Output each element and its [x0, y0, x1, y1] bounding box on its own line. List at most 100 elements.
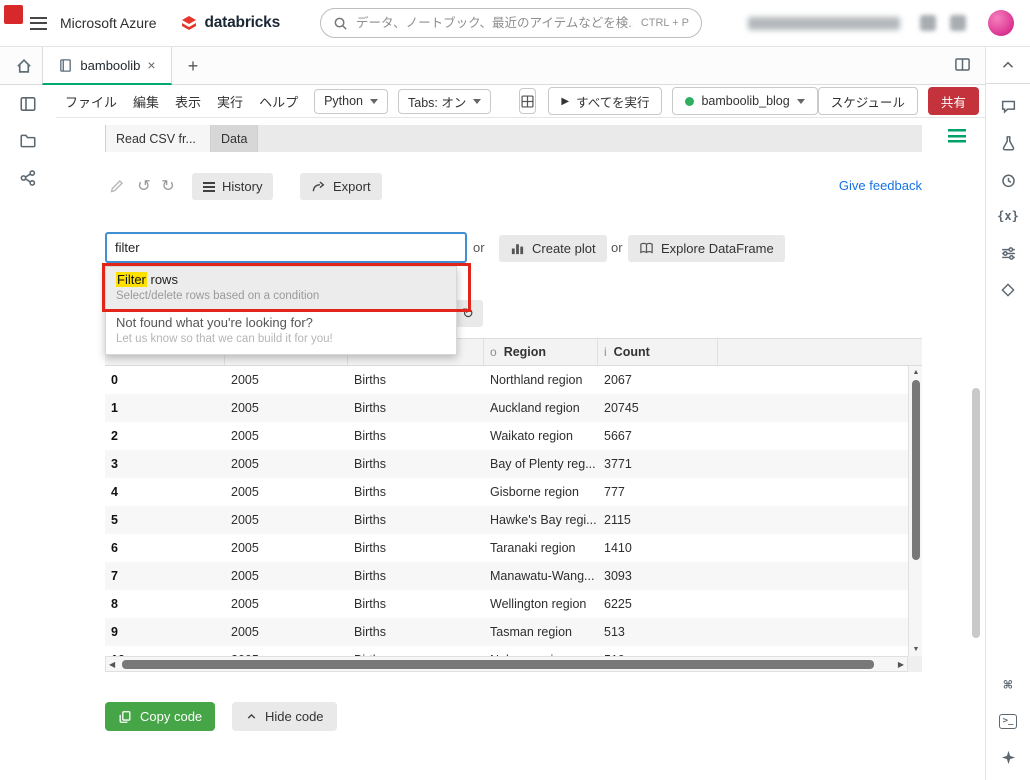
azure-label: Microsoft Azure — [60, 15, 156, 31]
menu-help[interactable]: ヘルプ — [259, 92, 298, 111]
cell-index: 3 — [105, 457, 225, 471]
cell-region: Gisborne region — [484, 485, 598, 499]
collapse-panel-button[interactable] — [986, 47, 1030, 84]
transformation-search-input[interactable] — [105, 232, 467, 263]
menu-file[interactable]: ファイル — [65, 92, 117, 111]
suggestion-title-rest: rows — [147, 272, 178, 287]
cell-period: 2005 — [225, 569, 348, 583]
home-button[interactable] — [10, 52, 38, 80]
shortcuts-button[interactable]: ⌘ — [998, 675, 1018, 695]
table-horizontal-scrollbar[interactable]: ◀ ▶ — [105, 656, 908, 672]
redo-button[interactable]: ↻ — [156, 174, 180, 198]
cell-index: 0 — [105, 373, 225, 387]
table-vertical-scrollbar[interactable]: ▲ ▼ — [908, 366, 922, 656]
scroll-left-arrow[interactable]: ◀ — [109, 660, 115, 669]
edit-button[interactable] — [105, 174, 129, 198]
notebook-scrollbar-thumb[interactable] — [972, 388, 980, 638]
undo-button[interactable]: ↺ — [132, 174, 156, 198]
cell-index: 5 — [105, 513, 225, 527]
header-region[interactable]: oRegion — [484, 339, 598, 365]
widget-tab-data[interactable]: Data — [211, 125, 258, 152]
not-found-title: Not found what you're looking for? — [116, 315, 446, 330]
tab-close-icon[interactable]: × — [147, 57, 155, 73]
suggestion-filter-rows[interactable]: Filter rows Select/delete rows based on … — [106, 267, 456, 309]
cell-period: 2005 — [225, 541, 348, 555]
v-scrollbar-thumb[interactable] — [912, 380, 920, 560]
scroll-up-arrow[interactable]: ▲ — [909, 369, 923, 376]
folder-button[interactable] — [19, 132, 37, 150]
databricks-logo[interactable]: databricks — [180, 14, 280, 32]
dataframe-table: oRegion iCount 0 2005 Births Northland r… — [105, 338, 922, 672]
tab-bamboolib[interactable]: bamboolib × — [42, 47, 172, 85]
split-view-icon — [954, 56, 971, 73]
cell-region: Hawke's Bay regi... — [484, 513, 598, 527]
give-feedback-link[interactable]: Give feedback — [839, 178, 922, 193]
global-search[interactable]: CTRL + P — [320, 8, 702, 38]
hide-code-button[interactable]: Hide code — [232, 702, 337, 731]
assistant-panel-button[interactable] — [998, 280, 1018, 300]
generated-code-block: import pandas as pd; import numpy as np … — [105, 745, 892, 780]
explore-dataframe-button[interactable]: Explore DataFrame — [628, 235, 785, 262]
run-all-button[interactable]: ▶ すべてを実行 — [548, 87, 662, 115]
menu-edit[interactable]: 編集 — [133, 92, 159, 111]
revision-history-button[interactable] — [998, 170, 1018, 190]
ai-assistant-button[interactable] — [998, 747, 1018, 767]
workspace-name-redacted[interactable] — [748, 17, 900, 30]
global-search-input[interactable] — [356, 16, 633, 30]
workspace-panel-button[interactable] — [19, 95, 37, 113]
cell-index: 4 — [105, 485, 225, 499]
lineage-button[interactable] — [19, 169, 37, 187]
suggestion-not-found[interactable]: Not found what you're looking for? Let u… — [106, 309, 456, 354]
create-plot-button[interactable]: Create plot — [499, 235, 607, 262]
dtype-int-icon: i — [604, 345, 607, 359]
new-tab-button[interactable]: + — [180, 53, 206, 79]
menu-run[interactable]: 実行 — [217, 92, 243, 111]
cell-period: 2005 — [225, 457, 348, 471]
history-button[interactable]: History — [192, 173, 273, 200]
variables-button[interactable]: {x} — [998, 206, 1018, 226]
hamburger-menu-icon[interactable] — [30, 17, 47, 30]
header-count[interactable]: iCount — [598, 339, 718, 365]
table-row: 6 2005 Births Taranaki region 1410 — [105, 534, 908, 562]
highlighted-match: Filter — [116, 272, 147, 287]
language-selector[interactable]: Python — [314, 89, 388, 114]
comments-button[interactable] — [998, 96, 1018, 116]
grid-view-button[interactable] — [519, 88, 536, 114]
command-icon: ⌘ — [1003, 676, 1012, 694]
cell-region: Auckland region — [484, 401, 598, 415]
schedule-button[interactable]: スケジュール — [818, 87, 918, 115]
suggestion-description: Select/delete rows based on a condition — [116, 290, 446, 302]
copy-code-button[interactable]: Copy code — [105, 702, 215, 731]
widget-tab-read-csv[interactable]: Read CSV fr... — [105, 125, 211, 152]
share-button[interactable]: 共有 — [928, 87, 979, 115]
export-button[interactable]: Export — [300, 173, 382, 200]
environment-settings-button[interactable] — [998, 243, 1018, 263]
split-view-button[interactable] — [954, 56, 971, 73]
cell-period: 2005 — [225, 373, 348, 387]
topbar-icon-redacted-1[interactable] — [920, 15, 936, 31]
terminal-button[interactable]: >_ — [998, 711, 1018, 731]
refresh-button[interactable]: ↻ — [453, 300, 483, 327]
cell-index: 9 — [105, 625, 225, 639]
menu-view[interactable]: 表示 — [175, 92, 201, 111]
search-shortcut: CTRL + P — [641, 17, 689, 29]
app-window: Microsoft Azure databricks CTRL + P — [0, 0, 1030, 780]
cell-menu-icon[interactable] — [948, 129, 966, 143]
cell-region: Taranaki region — [484, 541, 598, 555]
topbar-icon-redacted-2[interactable] — [950, 15, 966, 31]
experiments-button[interactable] — [998, 133, 1018, 153]
tabs-toggle[interactable]: Tabs: オン — [398, 89, 491, 114]
cluster-selector[interactable]: bamboolib_blog — [672, 87, 817, 115]
header-region-label: Region — [504, 345, 546, 359]
chevron-down-icon — [797, 99, 805, 104]
cell-region: Wellington region — [484, 597, 598, 611]
cell-period: 2005 — [225, 485, 348, 499]
diamond-icon — [1000, 282, 1016, 298]
export-label: Export — [333, 179, 371, 194]
folder-icon — [19, 132, 37, 150]
red-corner-square — [4, 5, 23, 24]
h-scrollbar-thumb[interactable] — [122, 660, 874, 669]
user-avatar[interactable] — [988, 10, 1014, 36]
scroll-right-arrow[interactable]: ▶ — [898, 660, 904, 669]
scroll-down-arrow[interactable]: ▼ — [909, 646, 923, 653]
